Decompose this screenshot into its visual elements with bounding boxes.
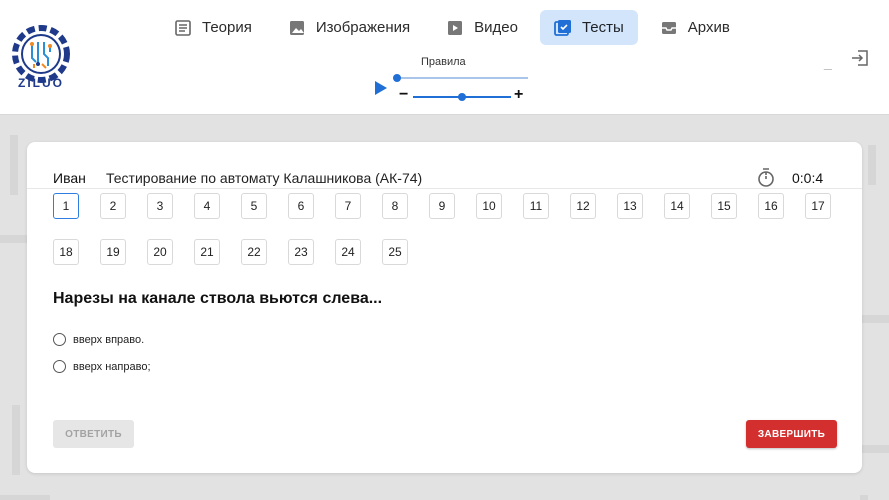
book-icon xyxy=(175,19,191,36)
answer-option[interactable]: вверх направо; xyxy=(53,360,151,373)
question-number-button[interactable]: 19 xyxy=(100,239,126,265)
answer-button[interactable]: ОТВЕТИТЬ xyxy=(53,420,134,448)
question-number-button[interactable]: 9 xyxy=(429,193,455,219)
question-number-button[interactable]: 17 xyxy=(805,193,831,219)
card-divider xyxy=(27,188,862,189)
rules-label: Правила xyxy=(421,56,466,68)
main-nav: Теория Изображения Видео Тесты Архив xyxy=(160,10,752,45)
question-number-button[interactable]: 24 xyxy=(335,239,361,265)
app-header: ZILUO Теория Изображения Видео Тесты Арх… xyxy=(0,0,889,115)
question-number-button[interactable]: 8 xyxy=(382,193,408,219)
question-number-button[interactable]: 25 xyxy=(382,239,408,265)
option-label: вверх направо; xyxy=(73,360,151,373)
speed-increase-button[interactable]: + xyxy=(514,86,523,104)
timer-value: 0:0:4 xyxy=(792,170,824,186)
question-number-button[interactable]: 11 xyxy=(523,193,549,219)
progress-knob[interactable] xyxy=(393,74,401,82)
nav-images[interactable]: Изображения xyxy=(274,10,424,45)
question-number-button[interactable]: 23 xyxy=(288,239,314,265)
test-title: Тестирование по автомату Калашникова (АК… xyxy=(106,170,423,186)
image-icon xyxy=(289,20,304,35)
question-number-button[interactable]: 1 xyxy=(53,193,79,219)
nav-video[interactable]: Видео xyxy=(432,10,532,45)
question-number-button[interactable]: 21 xyxy=(194,239,220,265)
question-number-button[interactable]: 6 xyxy=(288,193,314,219)
stopwatch-icon xyxy=(758,168,774,187)
nav-images-label: Изображения xyxy=(315,19,411,36)
nav-theory-label: Теория xyxy=(202,19,252,36)
answer-option[interactable]: вверх вправо. xyxy=(53,333,144,346)
archive-icon xyxy=(661,21,676,34)
question-number-button[interactable]: 13 xyxy=(617,193,643,219)
video-icon xyxy=(448,20,463,35)
minimize-icon[interactable]: _ xyxy=(824,54,834,70)
play-icon[interactable] xyxy=(375,81,387,95)
question-number-button[interactable]: 3 xyxy=(147,193,173,219)
logout-icon[interactable] xyxy=(851,50,869,66)
nav-tests-label: Тесты xyxy=(581,19,624,36)
question-number-button[interactable]: 22 xyxy=(241,239,267,265)
question-number-button[interactable]: 15 xyxy=(711,193,737,219)
nav-video-label: Видео xyxy=(474,19,518,36)
test-icon xyxy=(554,19,571,36)
user-name: Иван xyxy=(53,170,86,186)
playback-progress-slider[interactable] xyxy=(393,74,528,82)
nav-archive-label: Архив xyxy=(687,19,730,36)
question-number-button[interactable]: 18 xyxy=(53,239,79,265)
question-number-button[interactable]: 5 xyxy=(241,193,267,219)
question-number-button[interactable]: 16 xyxy=(758,193,784,219)
question-number-button[interactable]: 14 xyxy=(664,193,690,219)
nav-archive[interactable]: Архив xyxy=(646,10,744,45)
question-number-button[interactable]: 12 xyxy=(570,193,596,219)
question-number-button[interactable]: 7 xyxy=(335,193,361,219)
nav-tests[interactable]: Тесты xyxy=(539,10,638,45)
speed-decrease-button[interactable]: − xyxy=(399,86,408,104)
speed-slider[interactable] xyxy=(413,93,511,101)
nav-theory[interactable]: Теория xyxy=(160,10,266,45)
question-number-button[interactable]: 10 xyxy=(476,193,502,219)
radio-button[interactable] xyxy=(53,333,66,346)
finish-button[interactable]: ЗАВЕРШИТЬ xyxy=(746,420,837,448)
question-number-button[interactable]: 2 xyxy=(100,193,126,219)
test-card: Иван Тестирование по автомату Калашников… xyxy=(27,142,862,473)
logo-text: ZILUO xyxy=(18,76,64,90)
question-text: Нарезы на канале ствола вьются слева... xyxy=(53,290,383,307)
radio-button[interactable] xyxy=(53,360,66,373)
speed-knob[interactable] xyxy=(458,93,466,101)
question-number-button[interactable]: 4 xyxy=(194,193,220,219)
option-label: вверх вправо. xyxy=(73,333,145,346)
question-number-button[interactable]: 20 xyxy=(147,239,173,265)
